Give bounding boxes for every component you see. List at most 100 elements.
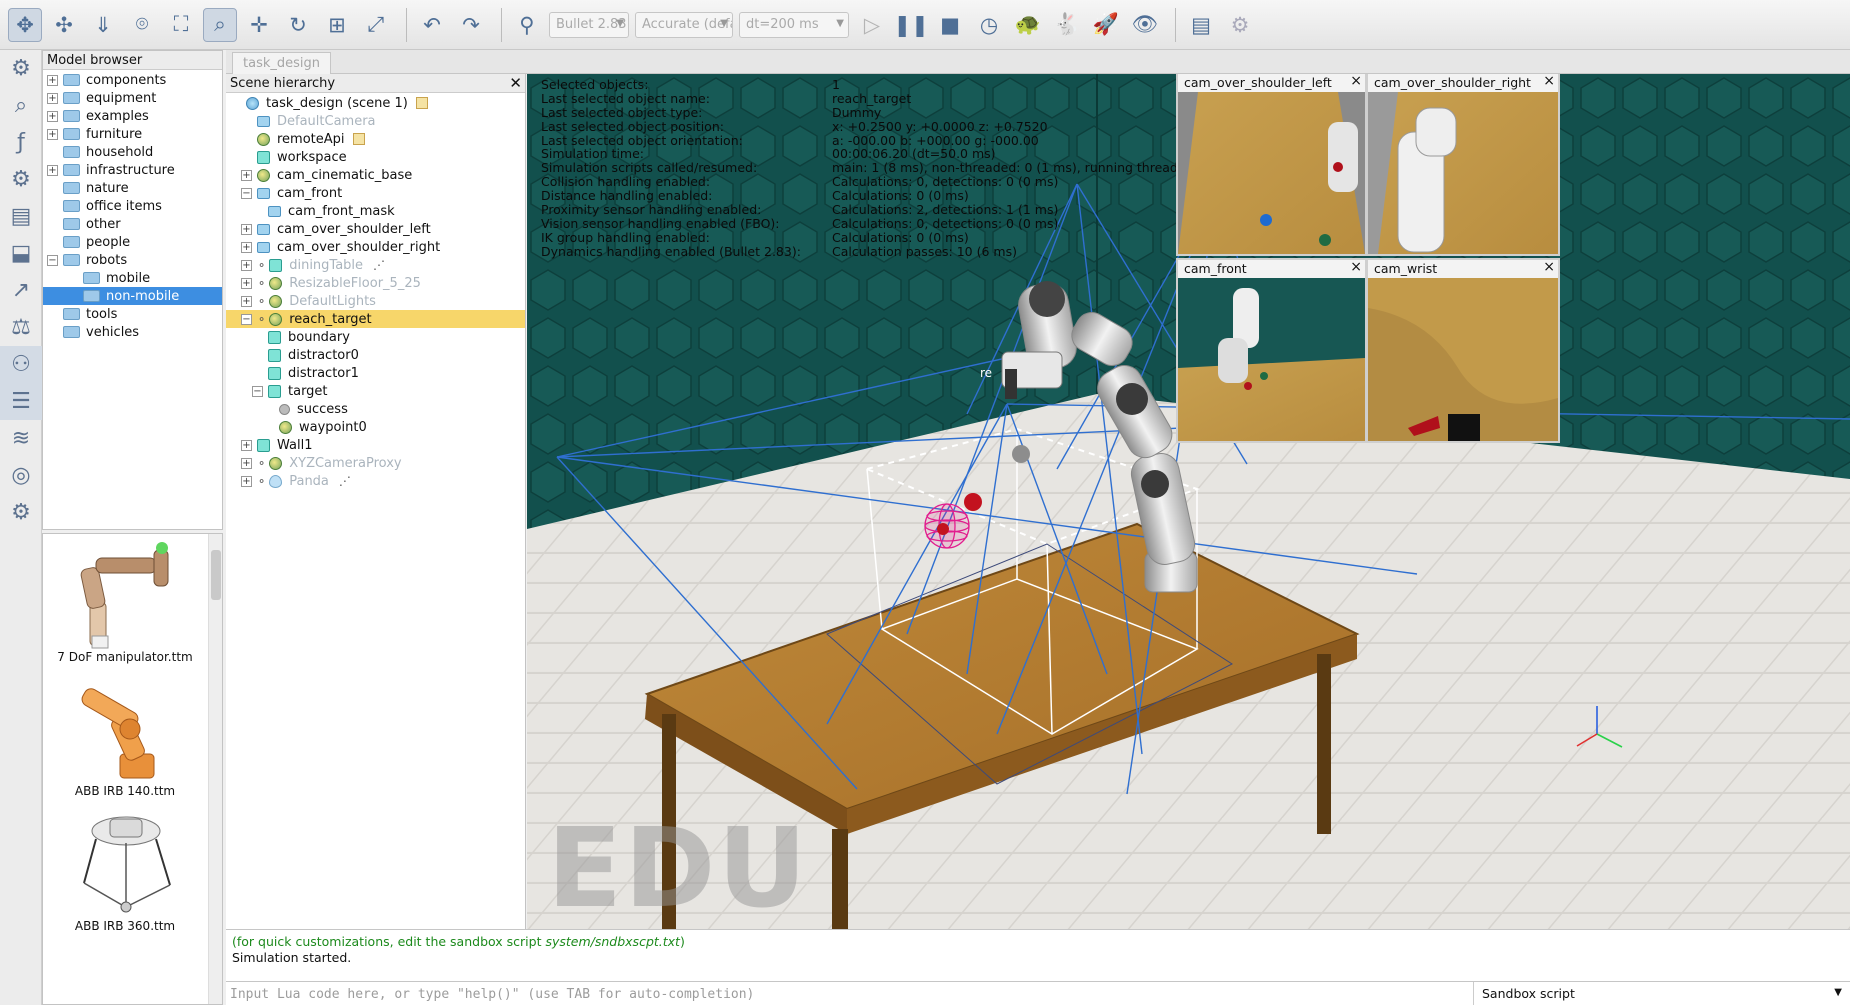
layers-icon[interactable]: ⚖	[0, 309, 42, 346]
redo-icon[interactable]: ↷	[454, 8, 488, 42]
slower-icon[interactable]: 🐢	[1011, 8, 1045, 42]
script-icon[interactable]	[415, 97, 428, 109]
scene-object-item[interactable]: + ⚬ XYZCameraProxy	[226, 454, 525, 472]
click-select-icon[interactable]: ⌕	[203, 7, 237, 42]
camera-shift-icon[interactable]: ⇓	[86, 8, 120, 42]
close-icon[interactable]: ×	[1350, 259, 1362, 275]
scene-object-item[interactable]: task_design (scene 1)	[226, 94, 525, 112]
model-folder-item[interactable]: + furniture	[43, 125, 222, 143]
expand-icon[interactable]: +	[241, 439, 252, 451]
scene-viewport[interactable]: re EDU Selected objects: 1 Last selected o…	[527, 74, 1850, 929]
scene-object-item[interactable]: DefaultCamera	[226, 112, 525, 130]
thumbnail-scrollbar[interactable]	[208, 534, 222, 1004]
accuracy-select[interactable]: Accurate (defau▼	[635, 11, 733, 38]
scene-object-item[interactable]: + Wall1	[226, 436, 525, 454]
model-browser-toggle-icon[interactable]: ⚇	[0, 346, 42, 383]
model-folder-item[interactable]: nature	[43, 179, 222, 197]
camera-rotate-icon[interactable]: ✣	[47, 8, 81, 42]
dynamics-toggle-icon[interactable]: ⚲	[510, 8, 544, 42]
scene-object-item[interactable]: + cam_over_shoulder_left	[226, 220, 525, 238]
video-recorder-icon[interactable]: ◎	[0, 457, 42, 494]
camera-pan-icon[interactable]: ✥	[8, 7, 42, 42]
visualization-icon[interactable]: 👁	[1128, 8, 1162, 42]
scene-object-item[interactable]: cam_front_mask	[226, 202, 525, 220]
path-edit-icon[interactable]: ⬓	[0, 235, 42, 272]
collapse-icon[interactable]: −	[47, 254, 58, 266]
model-folder-item[interactable]: mobile	[43, 269, 222, 287]
timestep-select[interactable]: dt=200 ms ▼	[739, 11, 849, 38]
scene-object-item[interactable]: remoteApi	[226, 130, 525, 148]
expand-icon[interactable]: +	[241, 277, 252, 289]
scene-object-item[interactable]: boundary	[226, 328, 525, 346]
scene-object-item[interactable]: workspace	[226, 148, 525, 166]
floating-view-cam-wrist[interactable]: cam_wrist ×	[1366, 258, 1560, 443]
undo-icon[interactable]: ↶	[415, 8, 449, 42]
user-settings-icon[interactable]: ⚙	[0, 494, 42, 531]
close-icon[interactable]: ×	[1543, 259, 1555, 275]
expand-icon[interactable]: +	[241, 457, 252, 469]
model-folder-item[interactable]: + equipment	[43, 89, 222, 107]
tab-task-design[interactable]: task_design	[232, 52, 331, 74]
scene-object-item[interactable]: + cam_cinematic_base	[226, 166, 525, 184]
model-folder-item[interactable]: household	[43, 143, 222, 161]
layers-stack-icon[interactable]: ≋	[0, 420, 42, 457]
scene-object-item[interactable]: + ⚬ DefaultLights	[226, 292, 525, 310]
floating-view-cam-over-shoulder-right[interactable]: cam_over_shoulder_right ×	[1366, 74, 1560, 256]
fit-to-view-icon[interactable]: ⛶	[164, 8, 198, 42]
expand-icon[interactable]: +	[241, 475, 252, 487]
transfer-dna-icon[interactable]: ⤢	[359, 8, 393, 42]
close-icon[interactable]: ✕	[509, 74, 522, 92]
faster-icon[interactable]: 🐇	[1050, 8, 1084, 42]
scene-object-item[interactable]: success	[226, 400, 525, 418]
camera-angle-icon[interactable]: ⌾	[125, 8, 159, 42]
object-rotate-icon[interactable]: ↻	[281, 8, 315, 42]
floating-view-cam-over-shoulder-left[interactable]: cam_over_shoulder_left ×	[1176, 74, 1367, 256]
scene-object-item[interactable]: − target	[226, 382, 525, 400]
scene-object-item[interactable]: waypoint0	[226, 418, 525, 436]
scripts-icon[interactable]: ⚙	[0, 161, 42, 198]
expand-icon[interactable]: +	[241, 223, 252, 235]
expand-icon[interactable]: +	[47, 128, 58, 140]
stop-icon[interactable]: ■	[933, 8, 967, 42]
physics-engine-select[interactable]: Bullet 2.83 ▼	[549, 11, 629, 38]
model-folder-item[interactable]: tools	[43, 305, 222, 323]
expand-icon[interactable]: +	[47, 92, 58, 104]
model-folder-item[interactable]: + components	[43, 71, 222, 89]
realtime-icon[interactable]: ◷	[972, 8, 1006, 42]
expand-icon[interactable]: +	[241, 295, 252, 307]
scene-object-item[interactable]: + ⚬ ResizableFloor_5_25	[226, 274, 525, 292]
model-folder-item[interactable]: office items	[43, 197, 222, 215]
page-selector-icon[interactable]: ▤	[1184, 8, 1218, 42]
scene-hierarchy-toggle-icon[interactable]: ☰	[0, 383, 42, 420]
scene-selector-icon[interactable]: ⚙	[1223, 8, 1257, 42]
model-thumbnail[interactable]: 7 DoF manipulator.ttm	[43, 540, 207, 664]
script-icon[interactable]	[352, 133, 365, 145]
scene-object-item[interactable]: distractor0	[226, 346, 525, 364]
expand-icon[interactable]: +	[47, 164, 58, 176]
scene-object-item[interactable]: + ⚬ diningTable ⋰	[226, 256, 525, 274]
play-icon[interactable]: ▷	[855, 8, 889, 42]
collapse-icon[interactable]: −	[252, 385, 263, 397]
scene-object-item[interactable]: − cam_front	[226, 184, 525, 202]
model-folder-item[interactable]: − robots	[43, 251, 222, 269]
assemble-icon[interactable]: ⊞	[320, 8, 354, 42]
simulation-settings-icon[interactable]: ⚙	[0, 50, 42, 87]
lua-command-input[interactable]	[226, 982, 1474, 1005]
model-folder-item[interactable]: + examples	[43, 107, 222, 125]
expand-icon[interactable]: +	[241, 259, 252, 271]
scene-object-item[interactable]: + ⚬ Panda ⋰	[226, 472, 525, 490]
close-icon[interactable]: ×	[1543, 74, 1555, 89]
expand-icon[interactable]: +	[241, 241, 252, 253]
collections-icon[interactable]: ƒ	[0, 124, 42, 161]
model-folder-item[interactable]: non-mobile	[43, 287, 222, 305]
expand-icon[interactable]: +	[47, 110, 58, 122]
scene-object-item[interactable]: distractor1	[226, 364, 525, 382]
calculation-modules-icon[interactable]: ⌕	[0, 87, 42, 124]
expand-icon[interactable]: +	[241, 169, 252, 181]
expand-icon[interactable]: +	[47, 74, 58, 86]
collapse-icon[interactable]: −	[241, 313, 252, 325]
close-icon[interactable]: ×	[1350, 74, 1362, 89]
model-folder-item[interactable]: people	[43, 233, 222, 251]
scene-object-item[interactable]: + cam_over_shoulder_right	[226, 238, 525, 256]
model-folder-item[interactable]: vehicles	[43, 323, 222, 341]
